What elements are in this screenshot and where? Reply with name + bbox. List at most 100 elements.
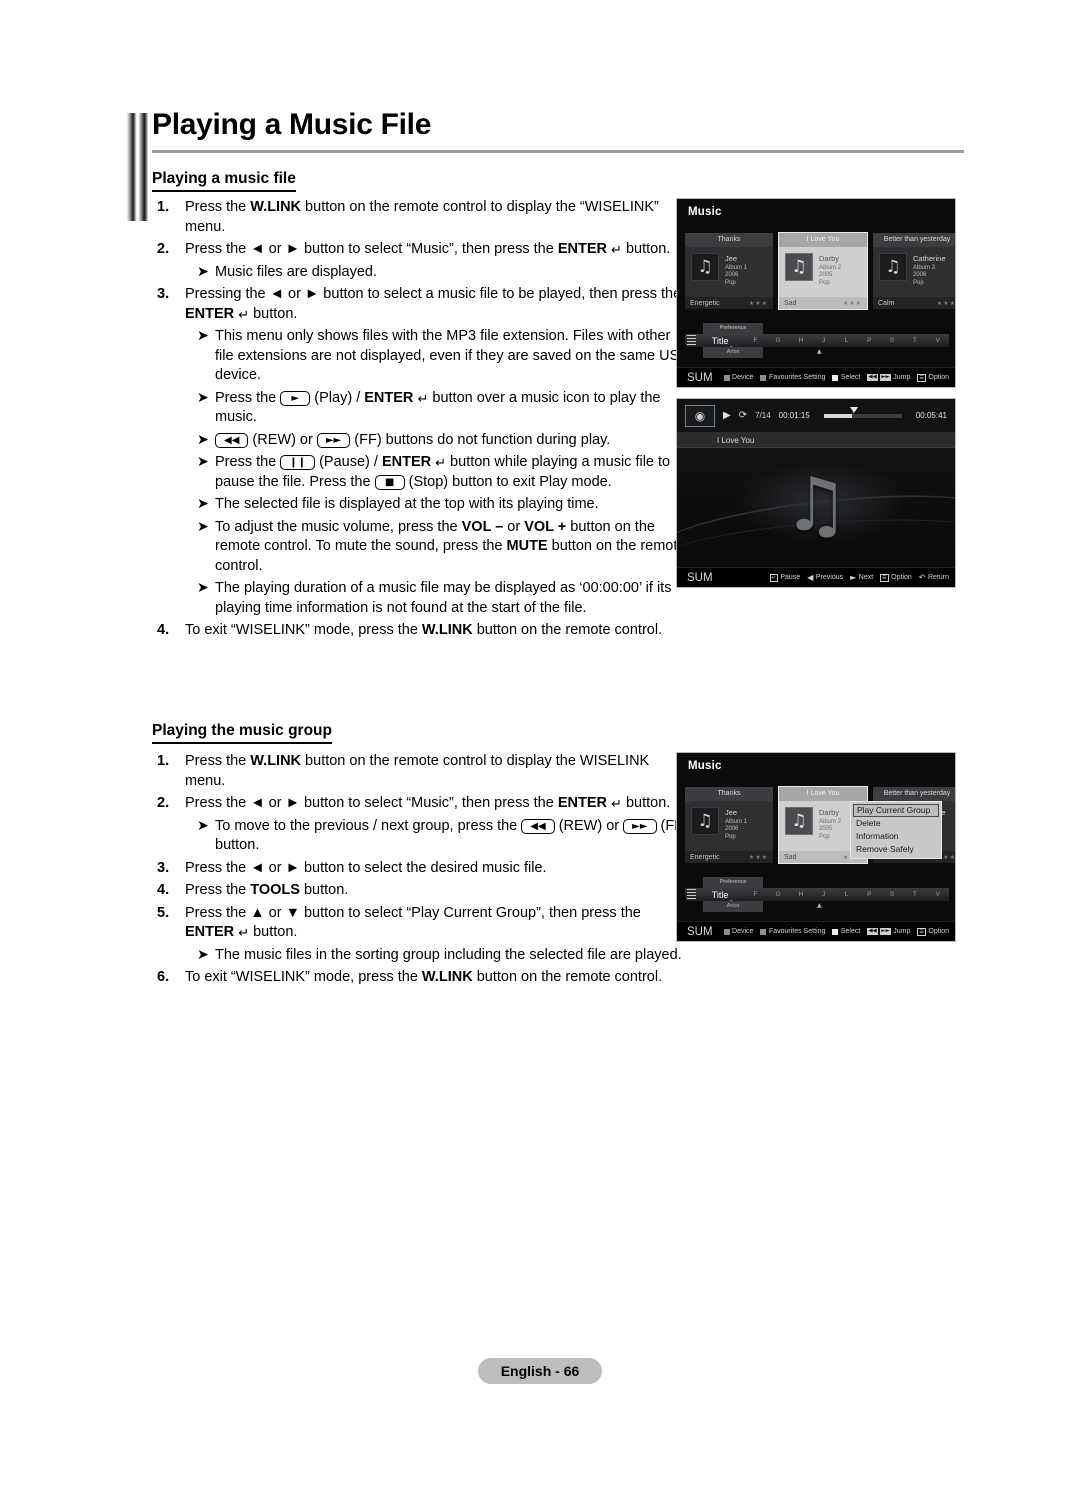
alpha-letter[interactable]: F xyxy=(744,337,767,344)
alpha-letter[interactable]: T xyxy=(903,891,926,898)
alpha-letter[interactable]: L xyxy=(835,337,858,344)
note-text: Press the ► (Play) / ENTER ↵ button over… xyxy=(215,389,661,426)
repeat-icon[interactable]: ⟳ xyxy=(739,410,747,421)
note-text: ◀◀ (REW) or ►► (FF) buttons do not funct… xyxy=(215,431,610,451)
tools-menu-item-remove-safely[interactable]: Remove Safely xyxy=(853,843,939,856)
alpha-letter[interactable]: P xyxy=(858,891,881,898)
music-card-mood: Energetic xyxy=(690,299,720,307)
title-divider xyxy=(152,150,964,153)
note-bullet-icon: ➤ xyxy=(197,580,209,596)
alpha-letter[interactable]: L xyxy=(835,891,858,898)
note-text: Press the ❙❙ (Pause) / ENTER ↵ button wh… xyxy=(215,454,671,490)
footer-action-option[interactable]: ☰ Option xyxy=(917,373,949,382)
step-text: Press the ◄ or ► button to select “Music… xyxy=(185,794,670,814)
sort-option-preference[interactable]: Preference xyxy=(703,323,763,334)
footer-action-select[interactable]: Select xyxy=(832,374,860,381)
fastforward-key-icon: ►► xyxy=(880,928,891,935)
step-number: 1. xyxy=(157,753,170,769)
footer-action-select[interactable]: Select xyxy=(832,928,860,935)
alpha-letter[interactable]: S xyxy=(881,891,904,898)
footer-action-jump[interactable]: ◀◀ ►► Jump xyxy=(867,928,910,935)
alphabet-jump-row[interactable]: Title F G H J L P S T V xyxy=(685,888,949,901)
tools-menu-item-information[interactable]: Information xyxy=(853,830,939,843)
alpha-letter[interactable]: J xyxy=(812,337,835,344)
music-card-selected[interactable]: I Love You ♫ Darby Album 2 2005 Pop Sad … xyxy=(778,232,868,310)
footer-action-favourites-setting[interactable]: Favourites Setting xyxy=(760,374,825,381)
footer-action-device[interactable]: Device xyxy=(723,928,754,935)
note-prev-next-group: ➤ To move to the previous / next group, … xyxy=(152,817,692,856)
player-artwork-area: ♫ xyxy=(677,448,955,567)
music-card-year: 2005 xyxy=(819,826,833,832)
footer-label: Jump xyxy=(893,928,911,935)
footer-action-favourites-setting[interactable]: Favourites Setting xyxy=(760,928,825,935)
alpha-letter[interactable]: H xyxy=(790,891,813,898)
section1-steps: 1. Press the W.LINK button on the remote… xyxy=(152,198,692,644)
footer-action-jump[interactable]: ◀◀ ►► Jump xyxy=(867,374,910,381)
sort-option-preference[interactable]: Preference xyxy=(703,877,763,888)
alphabet-letters: F G H J L P S T V xyxy=(744,891,949,898)
tools-dropdown-menu[interactable]: Play Current Group Delete Information Re… xyxy=(850,801,942,859)
music-card-rating-stars: ★★★ xyxy=(936,299,956,307)
rewind-key-icon: ◀◀ xyxy=(867,374,878,381)
music-card-genre: Pop xyxy=(819,833,830,840)
page-number-badge: English - 66 xyxy=(478,1358,602,1384)
music-card-genre: Pop xyxy=(819,279,830,286)
music-card-artist: Darby xyxy=(819,254,840,263)
footer-label: Device xyxy=(732,928,754,935)
alpha-letter[interactable]: S xyxy=(881,337,904,344)
footer-action-next[interactable]: ► Next xyxy=(850,573,873,582)
sort-option-artist[interactable]: Artist xyxy=(703,347,763,358)
note-text: The selected file is displayed at the to… xyxy=(215,496,599,512)
progress-knob-icon[interactable] xyxy=(850,406,859,413)
sort-handle-icon[interactable] xyxy=(687,889,696,900)
step-3: 3. Pressing the ◄ or ► button to select … xyxy=(152,285,692,324)
alpha-letter[interactable]: G xyxy=(767,891,790,898)
note-bullet-icon: ➤ xyxy=(197,454,209,470)
alpha-letter[interactable]: V xyxy=(926,891,949,898)
music-card-year: 2006 xyxy=(913,272,927,278)
music-card-album: Album 1 xyxy=(725,818,748,825)
music-card[interactable]: Thanks ♫ Jee Album 1 2006 Pop Energetic … xyxy=(685,787,773,863)
now-playing-title: I Love You xyxy=(677,433,955,448)
alpha-letter[interactable]: P xyxy=(858,337,881,344)
music-card-mood: Energetic xyxy=(690,853,720,861)
progress-bar[interactable] xyxy=(823,406,902,418)
alpha-letter[interactable]: F xyxy=(744,891,767,898)
footer-action-return[interactable]: ↶ Return xyxy=(919,573,949,582)
alpha-letter[interactable]: T xyxy=(903,337,926,344)
stop-key-icon: ■ xyxy=(374,474,405,490)
alpha-letter[interactable]: V xyxy=(926,337,949,344)
rewind-key-icon: ◀◀ xyxy=(521,818,555,834)
footer-action-previous[interactable]: ◀ Previous xyxy=(807,573,843,582)
footer-label: Select xyxy=(840,374,861,381)
music-card-rating-stars: ★★★ xyxy=(748,853,768,861)
play-icon[interactable]: ▶ xyxy=(723,410,731,421)
music-card[interactable]: Better than yesterday ♫ Catherine Album … xyxy=(873,233,956,309)
footer-action-option[interactable]: ☰ Option xyxy=(880,573,912,582)
alpha-letter[interactable]: H xyxy=(790,337,813,344)
large-music-note-icon: ♫ xyxy=(782,462,850,549)
footer-action-device[interactable]: Device xyxy=(723,374,753,381)
footer-label: Pause xyxy=(780,574,801,581)
footer-action-option[interactable]: ☰ Option xyxy=(917,927,949,936)
step-number: 5. xyxy=(157,904,170,921)
footer-action-pause[interactable]: ↵ Pause xyxy=(769,573,801,582)
tools-menu-item-delete[interactable]: Delete xyxy=(853,817,939,830)
source-label: SUM xyxy=(687,925,713,938)
music-card-title: Better than yesterday xyxy=(873,787,955,801)
note-duration: ➤ The playing duration of a music file m… xyxy=(152,579,692,618)
music-card[interactable]: Thanks ♫ Jee Album 1 2006 Pop Energetic … xyxy=(685,233,773,309)
alpha-letter[interactable]: J xyxy=(812,891,835,898)
tools-menu-item-play-current-group[interactable]: Play Current Group xyxy=(853,804,939,817)
alpha-letter[interactable]: G xyxy=(767,337,790,344)
music-card-mood: Sad xyxy=(784,853,797,861)
sort-option-artist[interactable]: Artist xyxy=(703,901,763,912)
music-card-album: Album 1 xyxy=(725,264,748,271)
enter-icon: ↵ xyxy=(238,926,250,941)
tv-footer-bar: SUM Device Favourites Setting Select ◀◀ … xyxy=(677,921,955,941)
note-volume: ➤ To adjust the music volume, press the … xyxy=(152,518,692,577)
note-bullet-icon: ➤ xyxy=(197,518,209,535)
alphabet-letters: F G H J L P S T V xyxy=(744,337,949,344)
alphabet-jump-row[interactable]: Title F G H J L P S T V xyxy=(685,334,949,347)
sort-handle-icon[interactable] xyxy=(687,335,696,346)
